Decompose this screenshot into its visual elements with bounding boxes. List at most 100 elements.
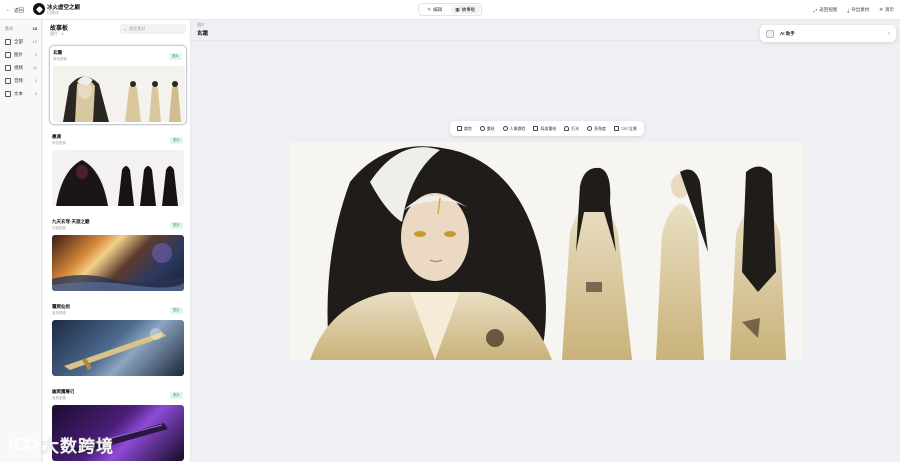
card-subtitle: 角色图像 (52, 141, 66, 145)
nav-item-label: 图片 (14, 51, 23, 57)
chevron-right-icon: › (888, 30, 890, 37)
settings-icon: ✲ (879, 7, 883, 12)
grid-icon (5, 38, 11, 45)
panorama-icon (613, 126, 619, 131)
music-icon (5, 77, 11, 84)
storyboard-card[interactable]: 九天玄穹·天涯之巅 场景图像 图片 (49, 215, 187, 295)
back-button[interactable]: ← 返回 (6, 5, 24, 15)
ai-assistant-button[interactable]: AI 助手 › (760, 25, 896, 42)
face-swap-button[interactable]: 人像换脸 (502, 125, 526, 132)
card-badge: 图片 (170, 222, 183, 229)
character-sheet-image (290, 142, 803, 360)
tab-storyboard-label: 故事板 (461, 6, 476, 12)
return-view-label: 返回视图 (819, 7, 838, 12)
card-thumbnail (52, 150, 184, 206)
main-image[interactable] (290, 142, 803, 360)
present-button[interactable]: ✲ 演示 (879, 7, 894, 13)
project-status: 已保存 (47, 10, 59, 15)
card-thumbnail (52, 320, 184, 376)
redraw-button[interactable]: 重绘 (479, 125, 495, 132)
face-swap-icon (502, 126, 508, 131)
storyboard-card[interactable]: 霜冥仙剑 道具图像 图片 (49, 300, 187, 380)
storyboard-card[interactable]: 墨渊 角色图像 图片 (49, 130, 187, 210)
panel-subtitle: 图片 · 6 (50, 31, 64, 36)
inpaint-button[interactable]: 局部重绘 (533, 126, 556, 132)
page-title: 玄霜 (197, 31, 209, 37)
light-icon (564, 126, 570, 131)
sword-thumbnail (64, 328, 166, 370)
view-switch: ✎ 编辑 ▦ 故事板 (418, 3, 482, 16)
nav-item-count: 4 (34, 52, 37, 57)
nav-header-count: 18 (32, 26, 37, 31)
multi-angle-button[interactable]: 多角度 (586, 125, 606, 132)
watermark-text: 大数跨境 (42, 436, 114, 456)
storyboard-card[interactable]: 玄霜 角色图像 图片 (49, 45, 187, 125)
tool-label: 720°全景 (620, 125, 638, 131)
tab-edit-label: 编辑 (433, 6, 443, 12)
nav-item-count: 1 (34, 78, 37, 83)
nav-item-label: 音频 (14, 77, 23, 83)
nav-item-all[interactable]: 全部 19 (0, 35, 41, 48)
present-label: 演示 (885, 7, 894, 12)
card-thumbnail (53, 66, 185, 122)
inpaint-icon (533, 126, 539, 131)
dark-character-thumbnail (52, 150, 184, 206)
nav-header: 素材 18 (0, 20, 41, 35)
project-logo (33, 3, 45, 15)
tool-label: 人像换脸 (509, 125, 526, 131)
asset-nav: 素材 18 全部 19 图片 4 视频 11 音频 1 文本 0 (0, 20, 42, 462)
nav-item-label: 全部 (14, 38, 23, 44)
tab-storyboard[interactable]: ▦ 故事板 (450, 5, 480, 14)
search-placeholder: 搜索素材 (129, 26, 146, 31)
tool-label: 重绘 (486, 125, 495, 131)
panorama-button[interactable]: 720°全景 (613, 125, 638, 132)
tool-label: 打光 (571, 125, 580, 131)
card-badge: 图片 (170, 307, 183, 314)
card-title: 幽冥魔尊刃 (52, 389, 75, 394)
robot-icon (766, 29, 774, 38)
character-sheet-thumbnail (53, 66, 185, 122)
card-title: 玄霜 (53, 50, 62, 55)
nav-header-label: 素材 (5, 26, 13, 31)
breadcrumb: 图片 (197, 22, 205, 27)
card-subtitle: 场景图像 (52, 226, 66, 230)
crop-icon (456, 126, 462, 131)
storyboard-icon: ▦ (455, 6, 460, 12)
tab-edit[interactable]: ✎ 编辑 (420, 5, 450, 14)
storyboard-panel: 故事板 图片 · 6 ⌕ 搜索素材 玄霜 角色图像 图片 墨渊 角色图像 图片 … (43, 20, 191, 462)
watermark: 大数跨境 (8, 432, 114, 456)
card-subtitle: 道具图像 (52, 396, 66, 400)
tool-label: 多角度 (593, 125, 606, 131)
nav-item-images[interactable]: 图片 4 (0, 48, 41, 61)
multi-angle-icon (586, 126, 592, 131)
export-button[interactable]: ⤓ 导出素材 (847, 7, 869, 13)
crop-button[interactable]: 裁剪 (456, 125, 472, 132)
card-title: 九天玄穹·天涯之巅 (52, 219, 90, 224)
nav-item-count: 11 (32, 65, 37, 70)
card-badge: 图片 (170, 392, 183, 399)
nav-item-count: 0 (34, 91, 37, 96)
card-thumbnail (52, 235, 184, 291)
nav-item-text[interactable]: 文本 0 (0, 87, 41, 100)
card-badge: 图片 (169, 53, 182, 60)
redraw-icon (479, 126, 485, 131)
nav-item-videos[interactable]: 视频 11 (0, 61, 41, 74)
expand-icon: ⤢ (813, 7, 818, 13)
nav-item-audio[interactable]: 音频 1 (0, 74, 41, 87)
card-badge: 图片 (170, 137, 183, 144)
tool-label: 裁剪 (463, 125, 472, 131)
light-button[interactable]: 打光 (564, 126, 579, 132)
download-icon: ⤓ (847, 7, 850, 13)
video-icon (5, 64, 11, 71)
return-view-button[interactable]: ⤢ 返回视图 (814, 7, 838, 13)
logo-icon (9, 437, 38, 451)
search-input[interactable]: ⌕ 搜索素材 (120, 24, 186, 34)
search-icon: ⌕ (124, 26, 127, 32)
nav-item-label: 视频 (14, 64, 23, 70)
pen-icon: ✎ (427, 6, 432, 12)
text-icon (5, 90, 11, 97)
top-bar: ← 返回 冰火虚空之巅 已保存 ✎ 编辑 ▦ 故事板 ⤢ 返回视图 ⤓ 导出素材… (0, 0, 900, 20)
ai-assistant-label: AI 助手 (780, 30, 795, 36)
export-label: 导出素材 (851, 7, 870, 12)
card-title: 霜冥仙剑 (52, 304, 70, 309)
